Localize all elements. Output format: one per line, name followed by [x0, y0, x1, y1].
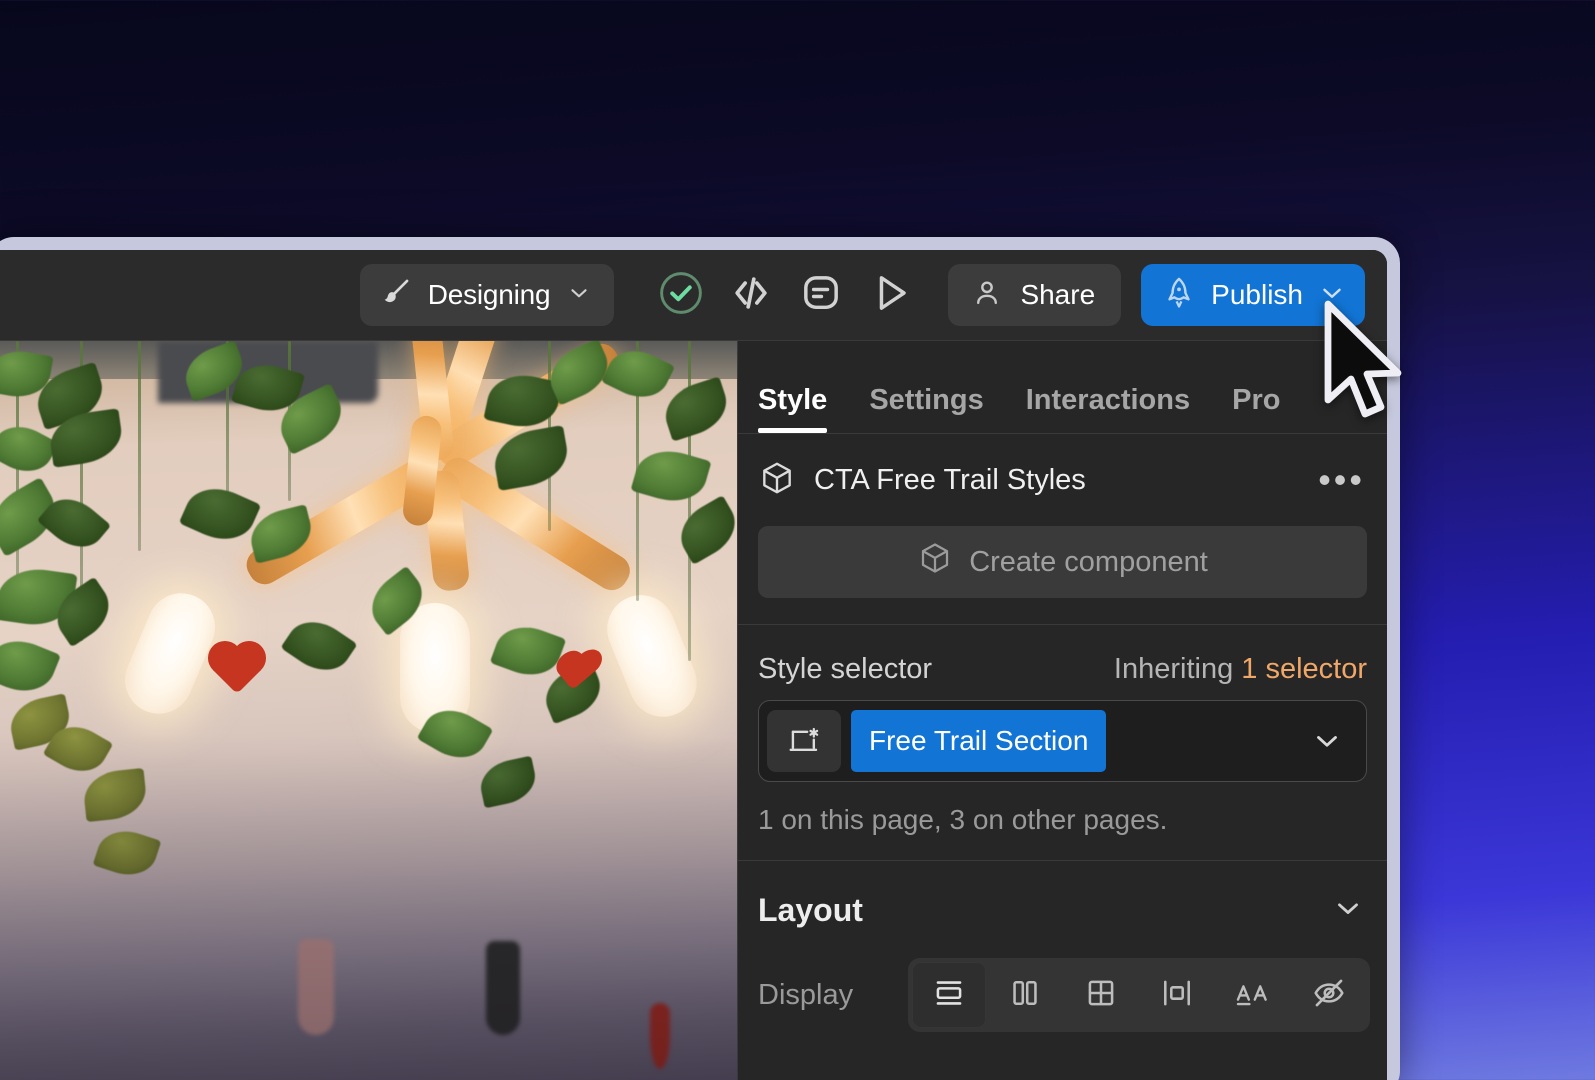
workspace: Style Settings Interactions Pro CTA Free… — [0, 341, 1387, 1080]
display-inline-text-icon — [1232, 974, 1274, 1017]
app-window-inner: Designing Share Publish Style Settings I… — [0, 250, 1387, 1080]
tab-settings-label: Settings — [869, 384, 984, 416]
layout-title: Layout — [758, 892, 863, 928]
inheriting-count: 1 selector — [1241, 653, 1367, 685]
component-header: CTA Free Trail Styles ••• — [738, 434, 1387, 526]
display-label: Display — [758, 978, 854, 1011]
display-block-option[interactable] — [912, 962, 986, 1028]
tab-properties-label: Pro — [1232, 384, 1281, 416]
share-button[interactable]: Share — [948, 264, 1122, 326]
tab-style-label: Style — [758, 384, 828, 416]
mode-label: Designing — [427, 279, 551, 310]
create-component-button[interactable]: Create component — [758, 526, 1367, 598]
chevron-down-icon[interactable] — [1310, 724, 1366, 758]
share-label: Share — [1020, 279, 1096, 310]
component-title: CTA Free Trail Styles — [814, 463, 1086, 496]
person-icon — [970, 276, 1004, 315]
display-inline-option[interactable] — [1216, 962, 1290, 1028]
ellipsis-icon[interactable]: ••• — [1318, 462, 1365, 498]
code-brackets-icon — [725, 267, 777, 324]
app-window: Designing Share Publish Style Settings I… — [0, 237, 1400, 1080]
publish-status-button[interactable] — [646, 264, 716, 326]
display-inline-block-icon — [1158, 974, 1196, 1017]
create-component-label: Create component — [969, 545, 1208, 578]
display-grid-icon — [1082, 974, 1120, 1017]
chevron-down-icon[interactable] — [1331, 891, 1365, 930]
style-selector-header: Style selector Inheriting 1 selector — [738, 625, 1387, 700]
layout-section-header[interactable]: Layout — [738, 861, 1387, 958]
style-panel: Style Settings Interactions Pro CTA Free… — [737, 341, 1387, 1080]
preview-button[interactable] — [856, 264, 926, 326]
tab-settings[interactable]: Settings — [869, 384, 983, 433]
mouse-cursor — [1322, 300, 1414, 437]
inheriting-status[interactable]: Inheriting 1 selector — [1114, 653, 1367, 686]
display-flex-icon — [1006, 974, 1044, 1017]
comment-icon — [795, 267, 847, 324]
display-grid-option[interactable] — [1064, 962, 1138, 1028]
display-flex-option[interactable] — [988, 962, 1062, 1028]
cube-icon — [758, 459, 796, 502]
tab-interactions[interactable]: Interactions — [1026, 384, 1190, 433]
element-class-asterisk-icon[interactable] — [767, 710, 841, 772]
display-block-icon — [930, 974, 968, 1017]
tab-style[interactable]: Style — [758, 384, 828, 433]
display-none-option[interactable] — [1292, 962, 1366, 1028]
canvas-photo — [0, 341, 737, 1080]
design-canvas[interactable] — [0, 341, 737, 1080]
checkmark-circle-icon — [656, 268, 706, 323]
code-export-button[interactable] — [716, 264, 786, 326]
style-selector-label: Style selector — [758, 653, 933, 685]
style-selector-field[interactable]: Free Trail Section — [758, 700, 1367, 782]
chevron-down-icon — [566, 280, 592, 311]
tab-properties[interactable]: Pro — [1232, 384, 1280, 433]
mode-selector-button[interactable]: Designing — [359, 264, 615, 326]
comments-button[interactable] — [786, 264, 856, 326]
inheriting-prefix: Inheriting — [1113, 653, 1242, 685]
play-preview-icon — [865, 267, 917, 324]
cube-icon — [917, 540, 953, 584]
selector-usage-note: 1 on this page, 3 on other pages. — [758, 804, 1168, 835]
selector-chip[interactable]: Free Trail Section — [851, 710, 1107, 772]
publish-label: Publish — [1211, 279, 1303, 310]
rocket-icon — [1161, 275, 1197, 316]
display-inline-block-option[interactable] — [1140, 962, 1214, 1028]
paintbrush-icon — [378, 276, 412, 315]
display-none-eye-off-icon — [1309, 974, 1349, 1017]
display-toggle-group — [908, 958, 1370, 1032]
panel-tabs: Style Settings Interactions Pro — [738, 341, 1387, 434]
top-toolbar: Designing Share Publish — [0, 250, 1387, 341]
selector-chip-label: Free Trail Section — [869, 725, 1089, 756]
tab-interactions-label: Interactions — [1025, 384, 1191, 416]
display-property-row: Display — [738, 958, 1387, 1032]
